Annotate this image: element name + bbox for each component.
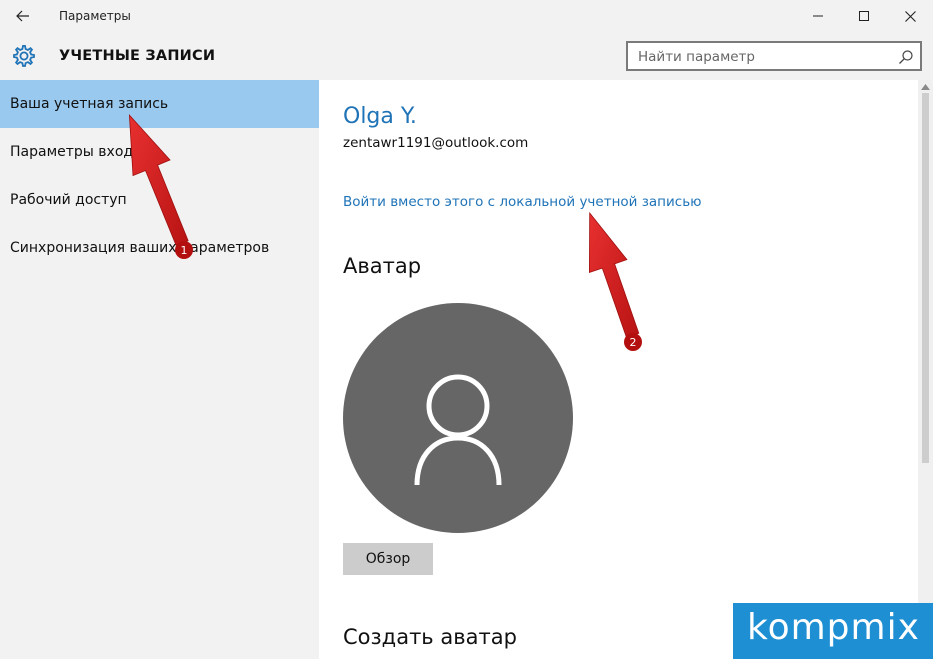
close-button[interactable]	[887, 0, 933, 32]
sidebar: Ваша учетная запись Параметры входа Рабо…	[0, 80, 319, 659]
sidebar-item-label: Параметры входа	[10, 144, 142, 160]
page-header: УЧЕТНЫЕ ЗАПИСИ	[0, 32, 933, 80]
avatar	[343, 303, 573, 533]
scroll-up-arrow-icon[interactable]	[921, 83, 930, 91]
sidebar-item-label: Ваша учетная запись	[10, 96, 169, 112]
search-icon[interactable]	[898, 49, 914, 65]
avatar-heading: Аватар	[343, 254, 422, 278]
sign-in-local-account-link[interactable]: Войти вместо этого с локальной учетной з…	[343, 194, 702, 210]
settings-window: Параметры УЧЕТНЫЕ ЗАПИСИ Найти параметр …	[0, 0, 933, 659]
page-title: УЧЕТНЫЕ ЗАПИСИ	[59, 48, 216, 64]
sidebar-item-label: Синхронизация ваших параметров	[10, 240, 270, 256]
minimize-button[interactable]	[795, 0, 841, 32]
close-icon	[904, 10, 916, 22]
maximize-button[interactable]	[841, 0, 887, 32]
window-title: Параметры	[59, 9, 131, 23]
account-name: Olga Y.	[343, 104, 417, 129]
scrollbar[interactable]	[918, 80, 933, 659]
account-email: zentawr1191@outlook.com	[343, 135, 529, 151]
browse-button[interactable]: Обзор	[343, 543, 433, 575]
search-input[interactable]	[638, 48, 878, 66]
title-bar: Параметры	[0, 0, 933, 32]
back-button[interactable]	[0, 0, 46, 32]
watermark-logo: kompmix	[733, 603, 933, 659]
search-box[interactable]	[626, 41, 922, 71]
gear-icon	[13, 45, 35, 67]
watermark-text: kompmix	[747, 607, 920, 648]
sidebar-item-work-access[interactable]: Рабочий доступ	[0, 176, 319, 224]
sidebar-item-your-account[interactable]: Ваша учетная запись	[0, 80, 319, 128]
sidebar-item-sign-in-options[interactable]: Параметры входа	[0, 128, 319, 176]
scroll-thumb[interactable]	[922, 93, 929, 463]
user-silhouette-icon	[414, 374, 502, 486]
main-content: Olga Y. zentawr1191@outlook.com Войти вм…	[319, 80, 933, 659]
minimize-icon	[813, 15, 823, 17]
sidebar-item-label: Рабочий доступ	[10, 192, 127, 208]
back-arrow-icon	[16, 10, 29, 22]
sidebar-item-sync-settings[interactable]: Синхронизация ваших параметров	[0, 224, 319, 272]
create-avatar-heading: Создать аватар	[343, 625, 517, 649]
maximize-icon	[859, 11, 869, 21]
